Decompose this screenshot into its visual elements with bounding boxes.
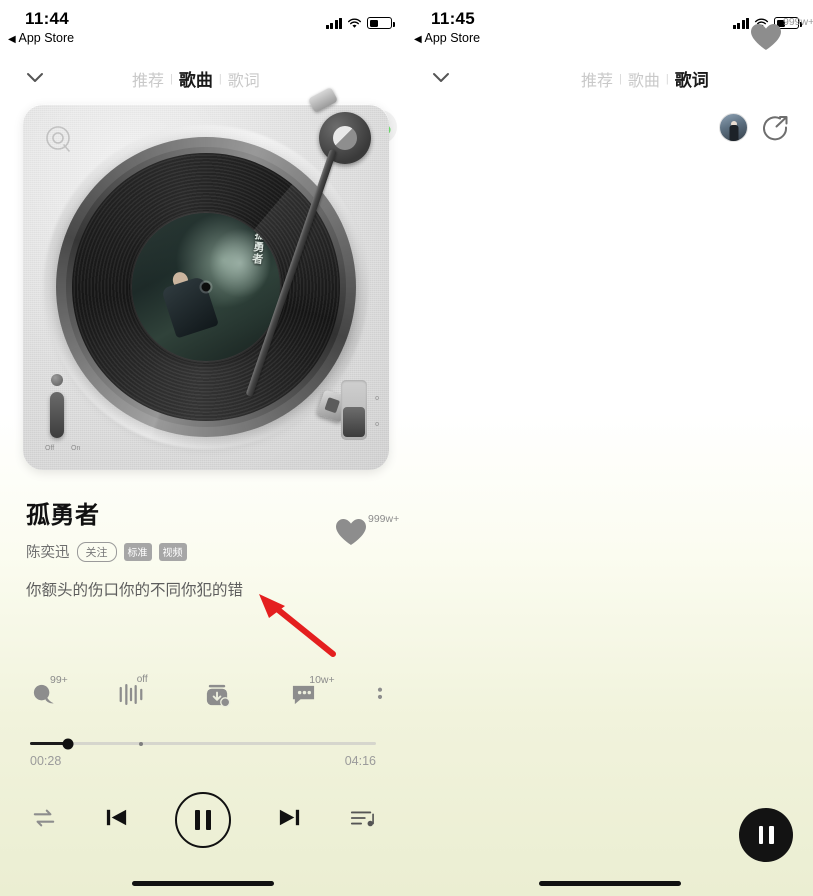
current-time: 00:28 — [30, 754, 62, 768]
back-to-app-store[interactable]: ◀ App Store — [414, 31, 480, 45]
cellular-signal-icon — [325, 17, 342, 29]
follow-button[interactable]: 关注 — [76, 541, 117, 562]
total-time: 04:16 — [344, 754, 376, 768]
play-pause-button[interactable] — [175, 792, 231, 848]
record-spindle — [201, 282, 211, 292]
tab-separator: | — [665, 72, 669, 85]
left-song-info: 孤勇者 陈奕迅 关注 标准 视频 你额头的伤口你的不同你犯的错 999w+ — [26, 495, 399, 600]
home-indicator — [538, 881, 681, 886]
cellular-signal-icon — [732, 17, 749, 29]
repeat-icon[interactable] — [30, 806, 58, 835]
next-track-icon[interactable] — [276, 805, 303, 835]
playlist-queue-icon[interactable] — [348, 806, 376, 835]
play-pause-button[interactable] — [739, 808, 793, 862]
tab-recommend[interactable]: 推荐 — [132, 67, 164, 91]
speed-slider-marks: o o — [375, 386, 379, 438]
qq-music-logo-icon — [43, 124, 75, 156]
like-button[interactable]: 999w+ — [334, 513, 399, 557]
user-avatar[interactable] — [719, 113, 748, 142]
microphone-badge: 99+ — [50, 674, 68, 686]
playback-progress[interactable]: 00:28 04:16 — [30, 738, 376, 768]
back-to-app-store[interactable]: ◀ App Store — [8, 31, 74, 45]
status-indicators — [325, 17, 395, 29]
comment-icon[interactable]: 10w+ — [289, 674, 335, 712]
chevron-down-icon[interactable] — [428, 64, 454, 90]
current-lyric-line[interactable]: 你额头的伤口你的不同你犯的错 — [26, 578, 392, 600]
tab-recommend[interactable]: 推荐 — [581, 67, 613, 91]
progress-track[interactable] — [30, 738, 376, 749]
equalizer-icon[interactable]: off — [117, 674, 148, 712]
left-tab-bar: 推荐 | 歌曲 | 歌词 — [132, 66, 260, 91]
microphone-icon[interactable]: 99+ — [30, 674, 68, 714]
tab-separator: | — [170, 72, 173, 85]
progress-knob[interactable] — [62, 738, 74, 749]
vinyl-turntable-player[interactable]: 孤勇者 Off On o o — [23, 86, 389, 470]
more-vertical-icon[interactable] — [376, 682, 384, 712]
like-button[interactable]: 999w+ — [749, 16, 813, 62]
share-icon[interactable] — [761, 112, 791, 142]
progress-times: 00:28 04:16 — [30, 754, 376, 768]
tab-lyrics[interactable]: 歌词 — [228, 67, 260, 91]
left-phone-screen: 11:44 ◀ App Store 推荐 | 歌曲 | 歌词 孤勇者 Off O… — [0, 0, 406, 896]
equalizer-badge: off — [136, 674, 148, 685]
vinyl-record: 孤勇者 — [56, 137, 356, 437]
quality-tag-video[interactable]: 视频 — [158, 542, 187, 561]
right-background — [406, 0, 813, 896]
right-tab-bar: 推荐 | 歌曲 | 歌词 — [581, 66, 709, 91]
comment-badge: 10w+ — [309, 674, 335, 686]
tab-separator: | — [218, 72, 222, 85]
tab-separator: | — [619, 72, 622, 85]
battery-icon — [367, 17, 395, 29]
left-status-bar: 11:44 ◀ App Store — [0, 0, 406, 52]
avatar-body — [729, 125, 738, 141]
quality-tag-standard[interactable]: 标准 — [123, 542, 152, 561]
switch-off-label: Off — [45, 445, 55, 452]
previous-track-icon[interactable] — [103, 805, 130, 835]
tab-song[interactable]: 歌曲 — [179, 66, 213, 91]
home-indicator — [132, 881, 274, 886]
wifi-icon — [347, 18, 362, 29]
dual-screenshot-container: 11:44 ◀ App Store 推荐 | 歌曲 | 歌词 孤勇者 Off O… — [0, 0, 813, 896]
back-label: App Store — [18, 31, 75, 45]
speed-mark-top: o — [375, 395, 379, 402]
like-count: 999w+ — [783, 16, 813, 28]
right-phone-screen: 11:45 ◀ App Store 推荐 | 歌曲 | 歌词 999w+ — [406, 0, 813, 896]
progress-marker — [138, 741, 143, 746]
left-action-toolbar: 99+ off 10w+ — [30, 674, 384, 714]
tab-lyrics[interactable]: 歌词 — [675, 66, 709, 91]
like-count: 999w+ — [368, 513, 400, 525]
back-triangle-icon: ◀ — [414, 34, 422, 45]
power-switch-lever[interactable] — [50, 392, 64, 438]
speed-mark-bottom: o — [375, 421, 379, 428]
tab-song[interactable]: 歌曲 — [628, 67, 660, 91]
power-indicator-icon — [51, 374, 63, 386]
status-time: 11:45 — [431, 9, 476, 28]
playback-controls — [30, 792, 376, 848]
switch-on-label: On — [71, 445, 81, 452]
speed-slider[interactable] — [341, 380, 367, 440]
back-label: App Store — [424, 31, 481, 45]
status-time: 11:44 — [25, 9, 70, 28]
download-icon[interactable] — [203, 682, 232, 714]
artist-name[interactable]: 陈奕迅 — [26, 541, 70, 562]
left-nav-header: 推荐 | 歌曲 | 歌词 — [0, 52, 406, 144]
back-triangle-icon: ◀ — [8, 34, 16, 45]
chevron-down-icon[interactable] — [22, 64, 48, 90]
